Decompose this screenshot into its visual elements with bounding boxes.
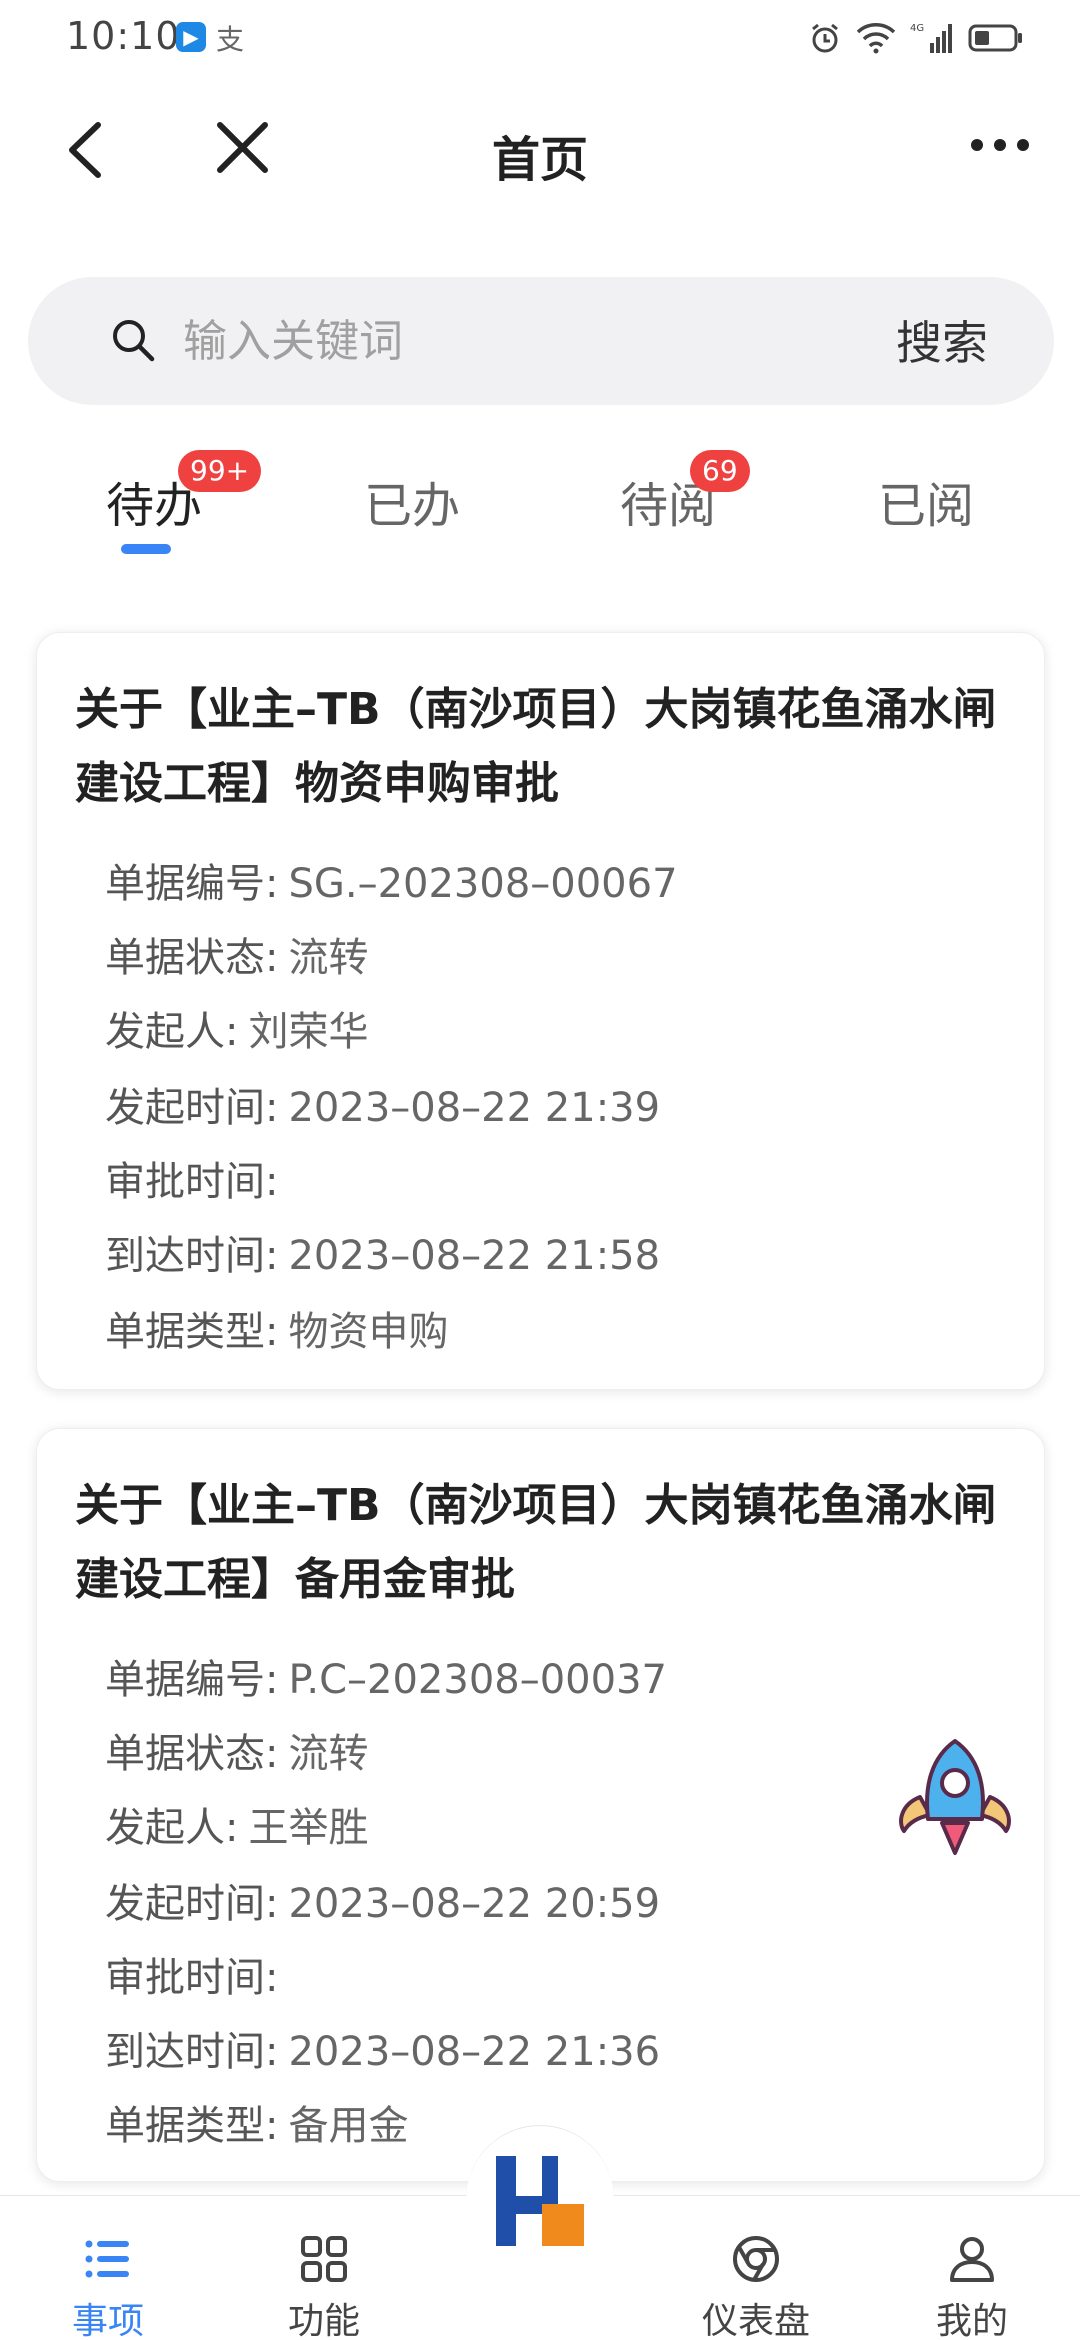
field-approval-time: 审批时间: — [105, 1945, 288, 2003]
field-initiator: 发起人: 刘荣华 — [105, 999, 368, 1057]
field-label: 单据类型: — [105, 1309, 279, 1355]
field-value: 2023–08–22 21:36 — [288, 2029, 661, 2075]
field-doc-status: 单据状态: 流转 — [105, 925, 368, 983]
field-doc-number: 单据编号: SG.–202308–00067 — [105, 851, 678, 909]
field-initiator: 发起人: 王举胜 — [105, 1795, 368, 1853]
battery-icon — [968, 24, 1022, 52]
nav-item-dashboard[interactable]: 仪表盘 — [681, 2196, 831, 2340]
tab-bar: 待办 99+ 已办 待阅 69 已阅 — [0, 450, 1080, 570]
field-label: 单据编号: — [105, 861, 279, 907]
field-value: 2023–08–22 21:58 — [288, 1233, 661, 1279]
field-label: 到达时间: — [105, 2029, 279, 2075]
field-value: 刘荣华 — [248, 1009, 369, 1055]
field-value: 2023–08–22 20:59 — [288, 1881, 661, 1927]
field-label: 发起人: — [105, 1805, 239, 1851]
field-label: 到达时间: — [105, 1233, 279, 1279]
tab-read[interactable]: 已阅 — [878, 466, 974, 536]
app-notification-icon: ▶ — [176, 22, 206, 52]
page-title: 首页 — [491, 132, 588, 188]
nav-item-functions[interactable]: 功能 — [249, 2196, 399, 2340]
alarm-icon — [812, 23, 838, 53]
signal-4g-icon: 4G — [910, 23, 952, 53]
nav-item-profile[interactable]: 我的 — [897, 2196, 1047, 2340]
status-icons: 4G — [808, 18, 1024, 58]
nav-label: 仪表盘 — [701, 2301, 810, 2340]
field-label: 单据类型: — [105, 2103, 279, 2149]
nav-label: 我的 — [935, 2301, 1008, 2340]
search-input[interactable] — [183, 299, 743, 383]
field-label: 审批时间: — [105, 1955, 279, 2001]
tab-active-indicator — [121, 544, 171, 554]
field-label: 单据状态: — [105, 1731, 279, 1777]
grid-icon — [301, 2236, 347, 2282]
rocket-icon[interactable] — [890, 1735, 1020, 1865]
todo-card[interactable]: 关于【业主–TB（南沙项目）大岗镇花鱼涌水闸建设工程】物资申购审批 单据编号: S… — [36, 632, 1045, 1390]
nav-label: 功能 — [287, 2301, 360, 2340]
home-logo-icon — [496, 2156, 584, 2246]
field-start-time: 发起时间: 2023–08–22 21:39 — [105, 1075, 660, 1133]
field-value: 物资申购 — [288, 1309, 449, 1355]
field-doc-status: 单据状态: 流转 — [105, 1721, 368, 1779]
field-value: 流转 — [288, 1731, 369, 1777]
search-button[interactable]: 搜索 — [896, 307, 988, 373]
wifi-icon — [856, 23, 896, 54]
profile-icon — [950, 2237, 994, 2282]
field-label: 发起时间: — [105, 1085, 279, 1131]
tab-done[interactable]: 已办 — [364, 466, 460, 536]
field-value: 备用金 — [288, 2103, 409, 2149]
field-label: 发起时间: — [105, 1881, 279, 1927]
search-icon — [113, 320, 155, 362]
search-bar: 搜索 — [28, 277, 1054, 405]
list-icon — [85, 2240, 129, 2278]
tab-to-read-badge: 69 — [690, 450, 750, 492]
field-value: SG.–202308–00067 — [288, 861, 678, 907]
more-icon[interactable] — [965, 125, 1035, 165]
field-arrival-time: 到达时间: 2023–08–22 21:58 — [105, 1223, 660, 1281]
field-arrival-time: 到达时间: 2023–08–22 21:36 — [105, 2019, 660, 2077]
nav-item-tasks[interactable]: 事项 — [33, 2196, 183, 2340]
field-approval-time: 审批时间: — [105, 1149, 288, 1207]
field-label: 单据状态: — [105, 935, 279, 981]
field-start-time: 发起时间: 2023–08–22 20:59 — [105, 1871, 660, 1929]
card-title: 关于【业主–TB（南沙项目）大岗镇花鱼涌水闸建设工程】物资申购审批 — [75, 684, 997, 809]
navigation-bar: 首页 — [0, 90, 1080, 205]
field-value: 流转 — [288, 935, 369, 981]
card-title: 关于【业主–TB（南沙项目）大岗镇花鱼涌水闸建设工程】备用金审批 — [75, 1480, 997, 1605]
svg-text:4G: 4G — [910, 23, 924, 34]
field-doc-number: 单据编号: P.C–202308–00037 — [105, 1647, 667, 1705]
tab-todo-badge: 99+ — [178, 450, 262, 492]
field-doc-type: 单据类型: 备用金 — [105, 2093, 408, 2151]
field-label: 审批时间: — [105, 1159, 279, 1205]
field-label: 单据编号: — [105, 1657, 279, 1703]
dashboard-icon — [733, 2236, 779, 2282]
alipay-notification-icon: 支 — [216, 23, 245, 56]
status-time: 10:10 — [66, 14, 181, 58]
field-value: 王举胜 — [248, 1805, 369, 1851]
field-value: P.C–202308–00037 — [288, 1657, 667, 1703]
field-value: 2023–08–22 21:39 — [288, 1085, 661, 1131]
field-label: 发起人: — [105, 1009, 239, 1055]
nav-label: 事项 — [71, 2301, 144, 2340]
nav-item-home-logo[interactable] — [466, 2125, 614, 2273]
status-bar: 10:10 ▶ 支 4G — [0, 0, 1080, 80]
field-doc-type: 单据类型: 物资申购 — [105, 1299, 448, 1357]
